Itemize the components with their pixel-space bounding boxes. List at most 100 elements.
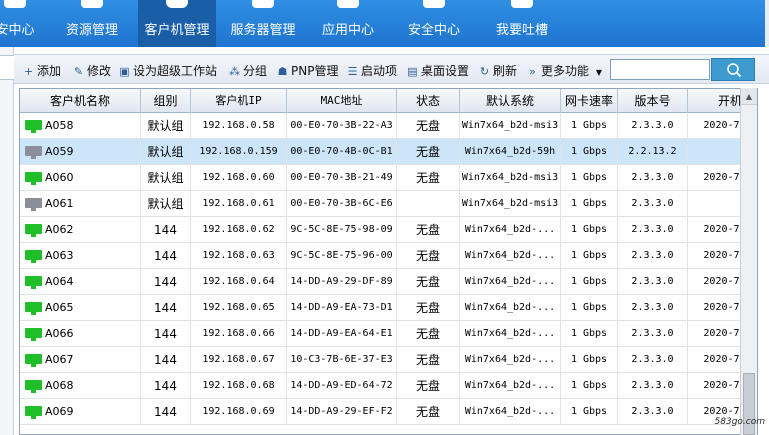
nav-item-security-center[interactable]: 安全中心 — [402, 0, 466, 47]
group-button[interactable]: ⁂ 分组 — [228, 62, 267, 79]
pc-online-icon — [25, 119, 42, 133]
cell-state: 无盘 — [397, 269, 460, 295]
pnp-management-button[interactable]: ☗ PNP管理 — [276, 62, 339, 79]
table-row[interactable]: A062 144 192.168.0.62 9C-5C-8E-75-98-09 无盘 Wi… — [20, 217, 757, 243]
cell-nic-speed: 1 Gbps — [561, 139, 618, 165]
nav-item-app-center[interactable]: 应用中心 — [316, 0, 380, 47]
scroll-up-arrow-icon[interactable]: ▲ — [741, 88, 757, 105]
pc-online-icon — [25, 249, 42, 263]
cell-client-name: A063 — [20, 243, 141, 269]
cell-version: 2.3.3.0 — [618, 165, 688, 191]
nav-icon — [4, 0, 26, 8]
cell-group: 144 — [141, 269, 191, 295]
pc-offline-icon — [25, 145, 42, 159]
search-button[interactable] — [711, 58, 755, 81]
column-header-speed[interactable]: 网卡速率 — [561, 89, 618, 113]
column-header-name[interactable]: 客户机名称 — [20, 89, 141, 113]
table-row[interactable]: A065 144 192.168.0.65 14-DD-A9-EA-73-D1 无盘 Wi… — [20, 295, 757, 321]
client-name-text: A064 — [45, 275, 74, 288]
cell-group: 默认组 — [141, 191, 191, 217]
cell-ip: 192.168.0.62 — [191, 217, 287, 243]
cell-default-os: Win7x64_b2d-... — [460, 399, 561, 425]
table-row[interactable]: A067 144 192.168.0.67 10-C3-7B-6E-37-E3 无盘 Wi… — [20, 347, 757, 373]
column-header-mac[interactable]: MAC地址 — [287, 89, 397, 113]
startup-items-button[interactable]: ☰ 启动项 — [346, 62, 397, 79]
cell-default-os: Win7x64_b2d-... — [460, 243, 561, 269]
nav-item-server-management[interactable]: 服务器管理 — [226, 0, 300, 47]
cell-client-name: A067 — [20, 347, 141, 373]
nav-item-feedback[interactable]: 我要吐槽 — [490, 0, 554, 47]
column-header-ip[interactable]: 客户机IP — [191, 89, 287, 113]
cell-default-os: Win7x64_b2d-... — [460, 347, 561, 373]
cell-group: 144 — [141, 321, 191, 347]
cell-mac: 14-DD-A9-ED-64-72 — [287, 373, 397, 399]
table-row[interactable]: A068 144 192.168.0.68 14-DD-A9-ED-64-72 无盘 Wi… — [20, 373, 757, 399]
table-row[interactable]: A063 144 192.168.0.63 9C-5C-8E-75-96-00 无盘 Wi… — [20, 243, 757, 269]
column-header-state[interactable]: 状态 — [397, 89, 460, 113]
cell-client-name: A068 — [20, 373, 141, 399]
nav-item-resource-management[interactable]: 资源管理 — [56, 0, 128, 47]
plug-icon: ☗ — [277, 65, 288, 78]
cell-client-name: A059 — [20, 139, 141, 165]
cell-group: 默认组 — [141, 165, 191, 191]
cell-version: 2.3.3.0 — [618, 217, 688, 243]
table-row[interactable]: A061 默认组 192.168.0.61 00-E0-70-3B-6C-E6 Win7… — [20, 191, 757, 217]
client-name-text: A059 — [45, 145, 74, 158]
column-header-group[interactable]: 组别 — [141, 89, 191, 113]
sidebar-panel[interactable] — [0, 55, 14, 80]
cell-mac: 00-E0-70-4B-0C-B1 — [287, 139, 397, 165]
table-row[interactable]: A059 默认组 192.168.0.159 00-E0-70-4B-0C-B1 无盘 W… — [20, 139, 757, 165]
cell-client-name: A061 — [20, 191, 141, 217]
cell-ip: 192.168.0.67 — [191, 347, 287, 373]
cell-state: 无盘 — [397, 295, 460, 321]
cell-default-os: Win7x64_b2d-msi3 — [460, 191, 561, 217]
group-icon: ⁂ — [229, 65, 240, 78]
column-header-os[interactable]: 默认系统 — [460, 89, 561, 113]
add-button[interactable]: + 添加 — [22, 62, 61, 79]
nav-item-label: 资源管理 — [65, 23, 118, 38]
pc-online-icon — [25, 301, 42, 315]
nav-item-security-center-partial[interactable]: 安中心 — [0, 0, 38, 47]
pc-online-icon — [25, 223, 42, 237]
client-name-text: A069 — [45, 405, 74, 418]
cell-default-os: Win7x64_b2d-... — [460, 217, 561, 243]
client-name-text: A065 — [45, 301, 74, 314]
nav-item-client-management[interactable]: 客户机管理 — [138, 0, 216, 47]
table-row[interactable]: A058 默认组 192.168.0.58 00-E0-70-3B-22-A3 无盘 Wi… — [20, 113, 757, 139]
client-name-text: A062 — [45, 223, 74, 236]
table-row[interactable]: A060 默认组 192.168.0.60 00-E0-70-3B-21-49 无盘 Wi… — [20, 165, 757, 191]
client-name-text: A063 — [45, 249, 74, 262]
cell-state: 无盘 — [397, 217, 460, 243]
cell-nic-speed: 1 Gbps — [561, 347, 618, 373]
table-row[interactable]: A069 144 192.168.0.69 14-DD-A9-29-EF-F2 无盘 Wi… — [20, 399, 757, 425]
table-row[interactable]: A064 144 192.168.0.64 14-DD-A9-29-DF-89 无盘 Wi… — [20, 269, 757, 295]
table-row[interactable]: A066 144 192.168.0.66 14-DD-A9-EA-64-E1 无盘 Wi… — [20, 321, 757, 347]
refresh-button[interactable]: ↻ 刷新 — [478, 62, 517, 79]
set-super-workstation-button[interactable]: ▣ 设为超级工作站 — [118, 62, 217, 79]
client-name-text: A060 — [45, 171, 74, 184]
vertical-scrollbar[interactable]: ▲ — [740, 88, 757, 435]
search-input[interactable] — [610, 59, 710, 80]
cell-ip: 192.168.0.66 — [191, 321, 287, 347]
pc-offline-icon — [25, 197, 42, 211]
desktop-settings-button[interactable]: ▤ 桌面设置 — [406, 62, 469, 79]
gamepad-icon — [81, 0, 103, 8]
cell-nic-speed: 1 Gbps — [561, 399, 618, 425]
cell-state: 无盘 — [397, 399, 460, 425]
edit-button[interactable]: ✎ 修改 — [72, 62, 111, 79]
cell-default-os: Win7x64_b2d-... — [460, 373, 561, 399]
cell-nic-speed: 1 Gbps — [561, 243, 618, 269]
cell-mac: 14-DD-A9-EA-73-D1 — [287, 295, 397, 321]
cell-default-os: Win7x64_b2d-msi3 — [460, 113, 561, 139]
watermark-text: 583go.com — [714, 417, 765, 427]
watermark: 583go.com — [690, 388, 769, 435]
cell-ip: 192.168.0.69 — [191, 399, 287, 425]
group-label: 分组 — [243, 64, 268, 78]
cell-ip: 192.168.0.68 — [191, 373, 287, 399]
refresh-icon: ↻ — [479, 65, 490, 78]
cell-group: 144 — [141, 243, 191, 269]
cell-client-name: A062 — [20, 217, 141, 243]
more-functions-dropdown[interactable]: » 更多功能 ▼ — [526, 62, 602, 79]
column-header-version[interactable]: 版本号 — [618, 89, 688, 113]
cell-group: 144 — [141, 217, 191, 243]
